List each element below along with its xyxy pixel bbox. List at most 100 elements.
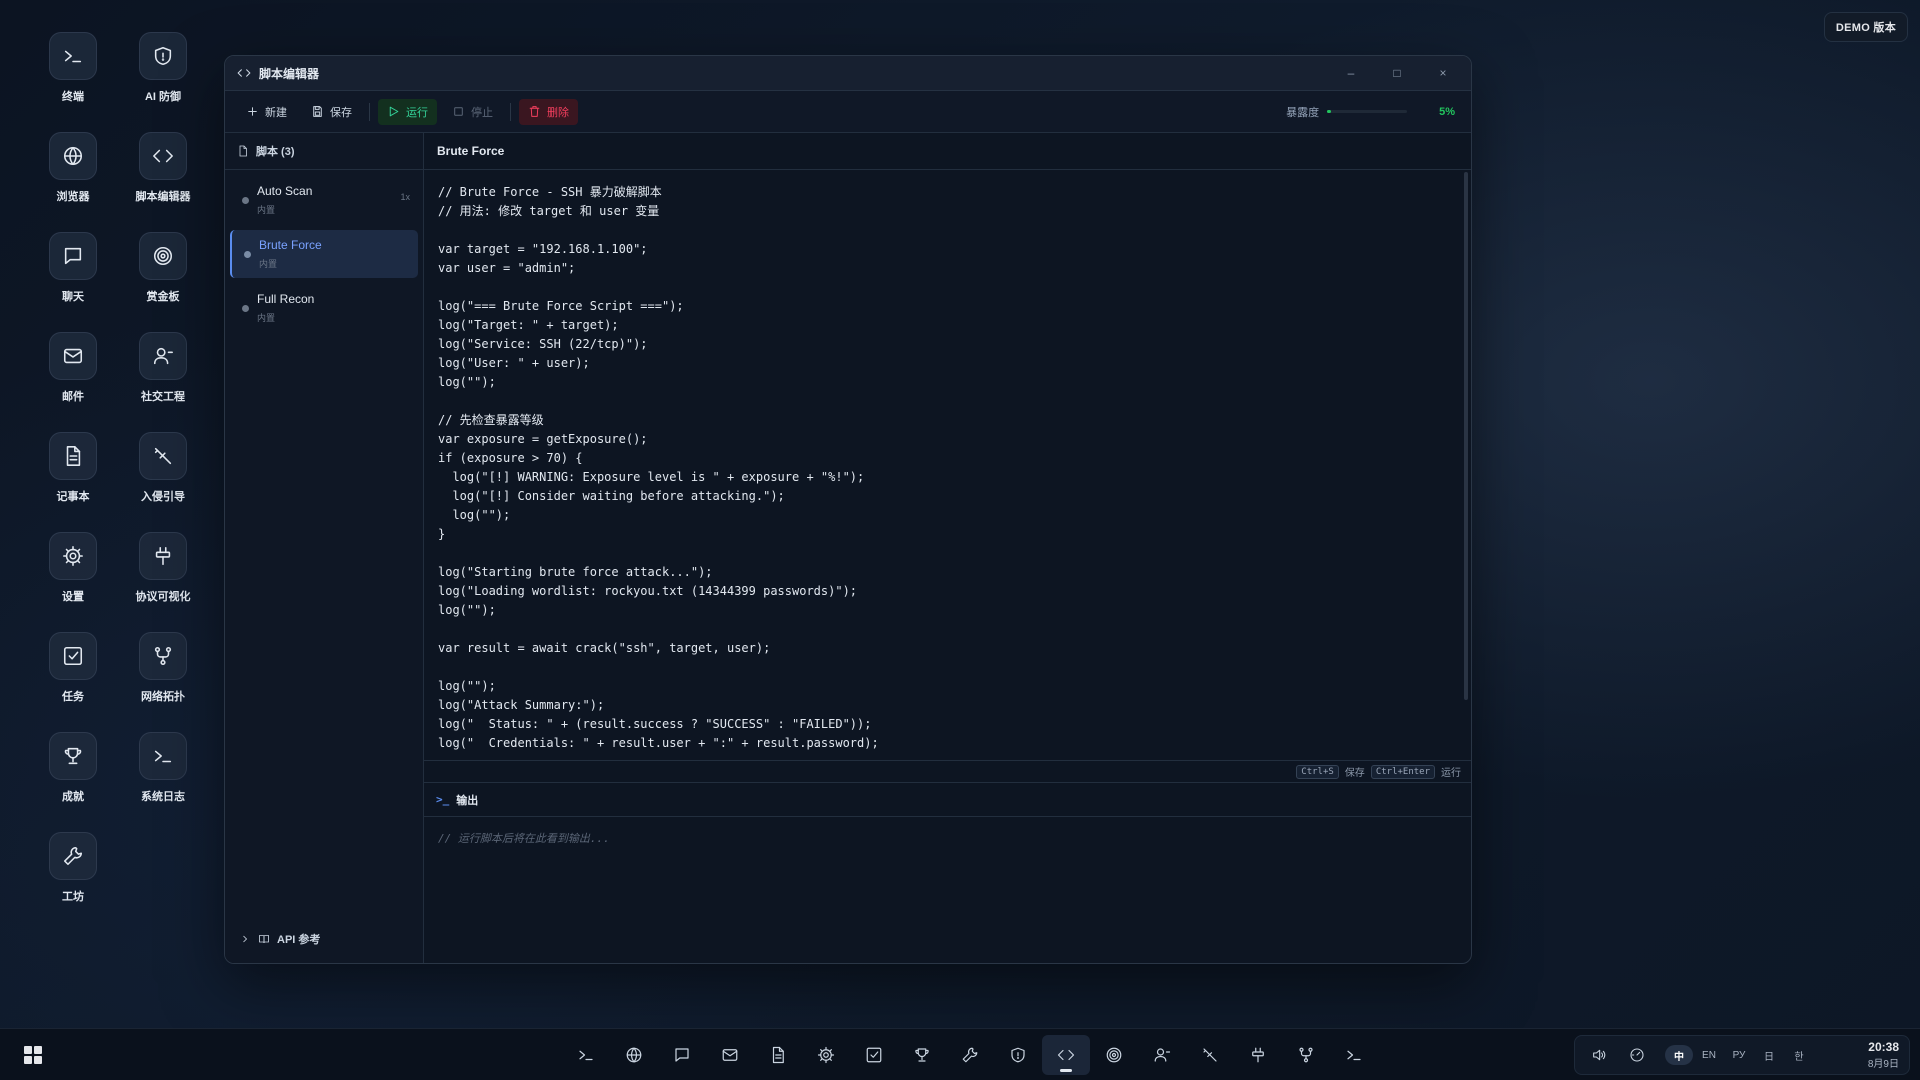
document-icon [772,1046,784,1064]
volume-button[interactable] [1585,1041,1613,1069]
desktop-icon-label: 成就 [62,791,84,803]
ime-option-4[interactable]: 한 [1785,1045,1813,1065]
desktop-icon-label: 记事本 [56,491,90,503]
desktop-icon-label: 聊天 [62,291,84,303]
script-item-auto-scan[interactable]: Auto Scan 内置 1x [230,176,418,224]
checkbox-icon [63,646,83,666]
editor-scrollbar[interactable] [1464,172,1468,700]
taskbar-app-terminal-0[interactable] [562,1035,610,1075]
desktop-icon-tile [139,232,187,280]
desktop-icon-shield-icon-1[interactable]: AI 防御 [118,32,208,120]
network-icon [1299,1047,1313,1063]
desktop-icon-globe-icon-2[interactable]: 浏览器 [28,132,118,220]
script-item-brute-force[interactable]: Brute Force 内置 [230,230,418,278]
taskbar-app-syringe-13[interactable] [1186,1035,1234,1075]
output-title: 输出 [456,794,479,807]
ime-option-0[interactable]: 中 [1665,1045,1693,1065]
exposure-bar [1327,110,1408,113]
code-editor[interactable]: // Brute Force - SSH 暴力破解脚本 // 用法: 修改 ta… [424,170,1471,761]
desktop-icon-plug-icon-11[interactable]: 协议可视化 [118,532,208,620]
taskbar-app-network-15[interactable] [1282,1035,1330,1075]
desktop-icon-wrench-icon-16[interactable]: 工坊 [28,832,118,920]
clock[interactable]: 20:38 8月9日 [1868,1040,1899,1070]
gear-icon [817,1046,835,1064]
desktop-icon-document-icon-8[interactable]: 记事本 [28,432,118,520]
taskbar-app-document-4[interactable] [754,1035,802,1075]
target-icon [1106,1047,1122,1063]
desktop-icon-tile [49,532,97,580]
output-panel-header[interactable]: >_ 输出 [424,783,1471,817]
taskbar-app-user-12[interactable] [1138,1035,1186,1075]
checkbox-icon [866,1047,882,1063]
desktop-icon-network-icon-13[interactable]: 网络拓扑 [118,632,208,720]
new-script-label: 新建 [265,106,287,119]
document-icon [66,446,81,466]
desktop-icon-tile [49,232,97,280]
shield-icon [1011,1047,1025,1063]
taskbar-app-terminal-16[interactable] [1330,1035,1378,1075]
script-tag: 内置 [257,205,276,215]
desktop-icon-terminal-icon-0[interactable]: 终端 [28,32,118,120]
taskbar-app-target-11[interactable] [1090,1035,1138,1075]
globe-icon [626,1047,642,1063]
taskbar-app-wrench-8[interactable] [946,1035,994,1075]
user-icon [1154,1048,1171,1062]
network-status-button[interactable] [1623,1041,1651,1069]
stop-button[interactable]: 停止 [443,99,502,125]
script-tag: 内置 [257,313,276,323]
taskbar-app-mail-3[interactable] [706,1035,754,1075]
taskbar-app-shield-9[interactable] [994,1035,1042,1075]
chevron-right-icon [243,935,248,943]
desktop-icon-chat-icon-4[interactable]: 聊天 [28,232,118,320]
desktop-icon-tile [139,632,187,680]
close-button[interactable]: × [1433,63,1453,83]
desktop-icon-tile [139,132,187,180]
file-icon [239,145,247,157]
syringe-icon [154,447,172,465]
new-script-button[interactable]: 新建 [237,99,296,125]
taskbar-app-chat-2[interactable] [658,1035,706,1075]
grid-square [24,1046,32,1054]
window-titlebar[interactable]: 脚本编辑器 – □ × [225,56,1471,91]
taskbar-app-gear-5[interactable] [802,1035,850,1075]
taskbar-app-plug-14[interactable] [1234,1035,1282,1075]
delete-button[interactable]: 删除 [519,98,578,125]
taskbar-app-code-10[interactable] [1042,1035,1090,1075]
desktop-icon-trophy-icon-14[interactable]: 成就 [28,732,118,820]
desktop-icon-syringe-icon-9[interactable]: 入侵引导 [118,432,208,520]
desktop-icon-label: 脚本编辑器 [135,191,191,203]
script-item-full-recon[interactable]: Full Recon 内置 [230,284,418,332]
desktop-icon-user-icon-7[interactable]: 社交工程 [118,332,208,420]
desktop-icon-label: AI 防御 [144,91,182,103]
terminal-icon [1347,1050,1361,1061]
taskbar-app-checkbox-6[interactable] [850,1035,898,1075]
taskbar-app-globe-1[interactable] [610,1035,658,1075]
minimize-button[interactable]: – [1341,63,1361,83]
status-dot [244,251,251,258]
desktop-icon-tile [49,732,97,780]
ime-option-2[interactable]: РУ [1725,1045,1753,1065]
mail-icon [722,1049,738,1061]
ime-option-3[interactable]: 日 [1755,1045,1783,1065]
globe-icon [63,146,83,166]
chat-icon [64,247,82,265]
ime-option-1[interactable]: EN [1695,1045,1723,1065]
desktop-icon-target-icon-5[interactable]: 赏金板 [118,232,208,320]
code-icon [1057,1049,1075,1061]
run-button[interactable]: 运行 [378,98,437,125]
maximize-button[interactable]: □ [1387,63,1407,83]
wrench-icon [962,1047,978,1063]
api-reference-toggle[interactable]: API 参考 [239,931,320,947]
desktop-icon-mail-icon-6[interactable]: 邮件 [28,332,118,420]
desktop-icon-tile [139,532,187,580]
save-button[interactable]: 保存 [302,99,361,125]
status-dot [242,305,249,312]
editor-toolbar: 新建 保存 运行 停止 删除 暴露度 5% [225,91,1471,133]
taskbar-app-trophy-7[interactable] [898,1035,946,1075]
desktop-icon-terminal-icon-15[interactable]: 系统日志 [118,732,208,820]
desktop-icon-code-icon-3[interactable]: 脚本编辑器 [118,132,208,220]
desktop-icon-checkbox-icon-12[interactable]: 任务 [28,632,118,720]
desktop-icon-gear-icon-10[interactable]: 设置 [28,532,118,620]
start-menu-button[interactable] [24,1046,42,1064]
code-content[interactable]: // Brute Force - SSH 暴力破解脚本 // 用法: 修改 ta… [424,170,1471,760]
